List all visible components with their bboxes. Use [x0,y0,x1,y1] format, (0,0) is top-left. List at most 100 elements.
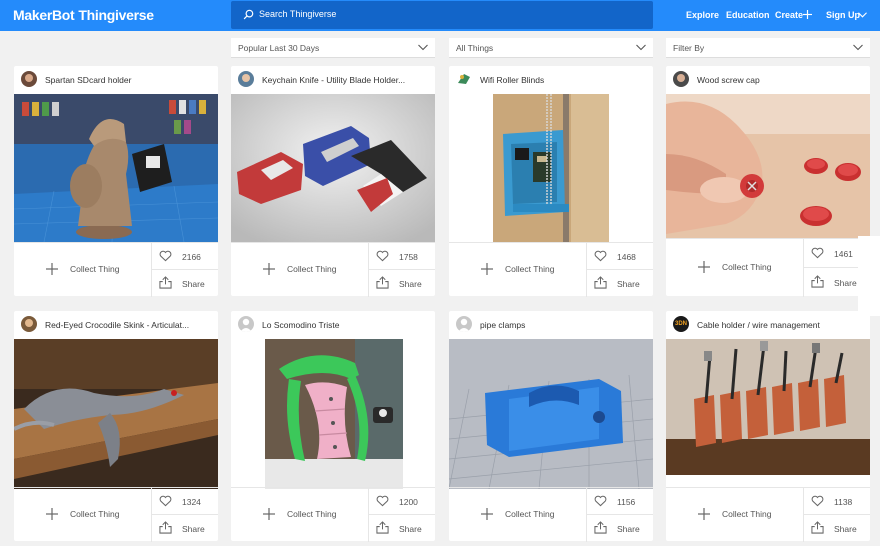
filter-by-dropdown[interactable]: Filter By [666,38,870,58]
thing-card[interactable]: Wood screw cap Collect Thing 1461 Share [666,66,870,297]
user-avatar[interactable] [673,71,689,87]
thing-card[interactable]: 3DN Cable holder / wire management Colle… [666,311,870,542]
share-icon [594,521,607,534]
heart-icon [159,250,172,262]
3dn-avatar[interactable]: 3DN [673,316,689,332]
like-count: 1324 [182,497,201,507]
card-title[interactable]: Wood screw cap [697,75,865,85]
nav-education[interactable]: Education [726,10,770,20]
like-button[interactable]: 1758 [369,243,435,270]
card-header: pipe clamps [449,311,653,339]
share-label: Share [617,279,640,289]
side-panel-edge [858,236,880,316]
collect-label: Collect Thing [505,509,555,519]
chevron-down-icon [858,12,867,18]
collect-label: Collect Thing [70,264,120,274]
collect-thing-button[interactable]: Collect Thing [666,488,804,542]
thing-card[interactable]: Keychain Knife - Utility Blade Holder...… [231,66,435,297]
avatar-initials: 3DN [674,321,687,327]
user-avatar[interactable] [21,316,37,332]
nav-explore[interactable]: Explore [686,10,719,20]
thing-card[interactable]: Red-Eyed Crocodile Skink - Articulat... … [14,311,218,542]
thing-image[interactable] [449,339,653,489]
thing-image[interactable] [666,94,870,238]
user-avatar[interactable] [456,71,472,87]
collect-thing-button[interactable]: Collect Thing [666,239,804,297]
heart-icon [376,250,389,262]
nav-signup[interactable]: Sign Up [826,10,860,20]
card-actions: Collect Thing 2166 Share [14,242,218,297]
share-button[interactable]: Share [587,270,653,297]
thing-image[interactable] [493,94,609,242]
collect-thing-button[interactable]: Collect Thing [231,488,369,542]
like-count: 1200 [399,497,418,507]
collect-thing-button[interactable]: Collect Thing [449,243,587,297]
like-button[interactable]: 2166 [152,243,218,270]
thing-image[interactable] [265,339,403,489]
thing-image[interactable] [14,339,218,489]
share-label: Share [399,279,422,289]
thing-image[interactable] [231,94,435,242]
user-avatar[interactable] [238,71,254,87]
thingiverse-logo[interactable]: MakerBot Thingiverse [13,7,154,23]
thing-card[interactable]: Lo Scomodino Triste Collect Thing 1200 S… [231,311,435,542]
default-avatar[interactable] [238,316,254,332]
plus-icon [481,508,493,520]
thing-image[interactable] [666,339,870,475]
like-button[interactable]: 1156 [587,488,653,515]
default-avatar[interactable] [456,316,472,332]
card-title[interactable]: Keychain Knife - Utility Blade Holder... [262,75,430,85]
plus-icon [698,508,710,520]
card-actions: Collect Thing 1200 Share [231,487,435,542]
heart-icon [811,495,824,507]
card-title[interactable]: Cable holder / wire management [697,320,865,330]
category-dropdown[interactable]: All Things [449,38,653,58]
search-input[interactable]: Search Thingiverse [231,1,653,29]
card-actions: Collect Thing 1156 Share [449,487,653,542]
user-avatar[interactable] [21,71,37,87]
share-button[interactable]: Share [804,515,870,542]
share-button[interactable]: Share [152,515,218,542]
search-placeholder: Search Thingiverse [259,9,337,19]
share-icon [159,521,172,534]
share-button[interactable]: Share [369,515,435,542]
card-title[interactable]: Wifi Roller Blinds [480,75,648,85]
thing-image[interactable] [14,94,218,242]
nav-create[interactable]: Create [775,10,803,20]
card-title[interactable]: Lo Scomodino Triste [262,320,430,330]
like-button[interactable]: 1324 [152,488,218,515]
thing-card[interactable]: Spartan SDcard holder Collect Thing 2166… [14,66,218,297]
like-count: 1468 [617,252,636,262]
plus-icon [481,263,493,275]
like-count: 1138 [834,497,853,507]
thing-card[interactable]: pipe clamps Collect Thing 1156 Share [449,311,653,542]
sort-dropdown[interactable]: Popular Last 30 Days [231,38,435,58]
card-title[interactable]: Red-Eyed Crocodile Skink - Articulat... [45,320,213,330]
collect-label: Collect Thing [287,264,337,274]
thing-card[interactable]: Wifi Roller Blinds Collect Thing 1468 Sh… [449,66,653,297]
collect-thing-button[interactable]: Collect Thing [449,488,587,542]
collect-label: Collect Thing [70,509,120,519]
card-title[interactable]: Spartan SDcard holder [45,75,213,85]
collect-label: Collect Thing [505,264,555,274]
share-button[interactable]: Share [152,270,218,297]
like-button[interactable]: 1200 [369,488,435,515]
share-label: Share [834,278,857,288]
collect-thing-button[interactable]: Collect Thing [14,488,152,542]
category-value: All Things [456,43,494,53]
like-count: 1461 [834,249,853,259]
like-button[interactable]: 1468 [587,243,653,270]
collect-thing-button[interactable]: Collect Thing [14,243,152,297]
card-actions: Collect Thing 1461 Share [666,238,870,297]
share-button[interactable]: Share [587,515,653,542]
share-icon [376,521,389,534]
like-count: 2166 [182,252,201,262]
like-button[interactable]: 1138 [804,488,870,515]
like-count: 1758 [399,252,418,262]
card-header: 3DN Cable holder / wire management [666,311,870,339]
collect-thing-button[interactable]: Collect Thing [231,243,369,297]
card-title[interactable]: pipe clamps [480,320,648,330]
share-button[interactable]: Share [369,270,435,297]
plus-icon [698,261,710,273]
collect-label: Collect Thing [722,262,772,272]
